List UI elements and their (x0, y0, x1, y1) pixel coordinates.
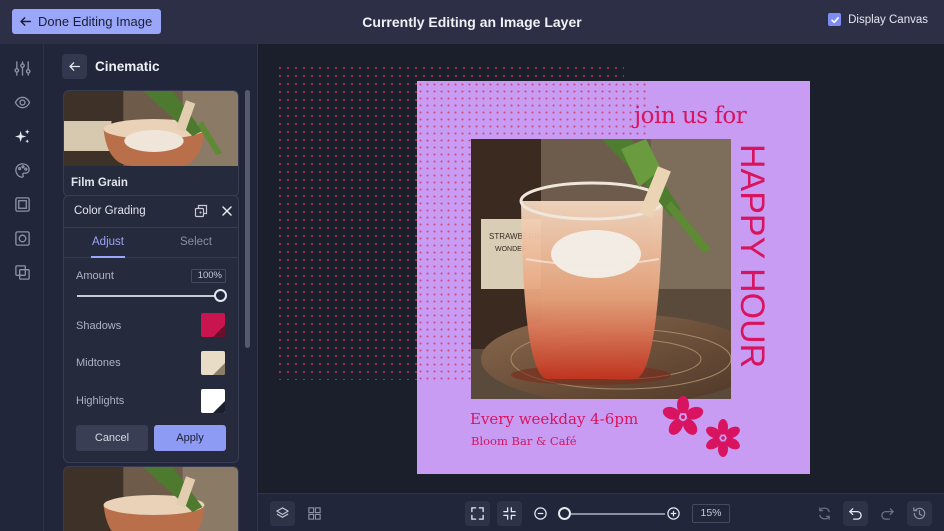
display-canvas-checkbox[interactable] (828, 13, 842, 26)
panel-header: Cinematic (62, 54, 160, 79)
artboard[interactable]: STRAWBERRY WONDER join us for HAPPY HOUR… (417, 81, 810, 474)
tab-adjust[interactable]: Adjust (92, 236, 124, 248)
zoom-slider-thumb[interactable] (558, 507, 571, 520)
amount-slider-thumb[interactable] (213, 289, 227, 302)
canvas-area[interactable]: STRAWBERRY WONDER join us for HAPPY HOUR… (258, 44, 944, 493)
effects-panel: Cinematic Film Grain Color Grading Adjus… (44, 44, 258, 531)
zoom-in-icon (667, 507, 680, 520)
preset-thumbnail (64, 467, 238, 531)
expand-icon (471, 507, 484, 520)
back-button[interactable] (62, 54, 87, 79)
sliders-icon[interactable] (13, 59, 31, 77)
duplicate-icon[interactable] (194, 204, 208, 218)
history-icon (913, 507, 926, 520)
undo-button[interactable] (843, 501, 868, 526)
tool-rail (0, 44, 44, 531)
film-grain-label: Film Grain (71, 177, 128, 189)
flower-small-icon[interactable] (703, 419, 743, 457)
done-editing-label: Done Editing Image (38, 14, 153, 29)
top-bar: Done Editing Image Currently Editing an … (0, 0, 944, 44)
zoom-level[interactable]: 15% (692, 504, 730, 523)
undo-icon (849, 508, 862, 520)
checkmark-icon (830, 16, 839, 23)
layers-overlap-icon[interactable] (13, 263, 31, 281)
shrink-icon (503, 507, 516, 520)
focus-icon[interactable] (13, 229, 31, 247)
highlights-swatch[interactable] (201, 389, 225, 413)
color-grading-title: Color Grading (74, 205, 146, 217)
arrow-left-icon (20, 17, 32, 26)
redo-button[interactable] (875, 501, 900, 526)
arrow-left-icon (69, 62, 81, 71)
done-editing-button[interactable]: Done Editing Image (12, 9, 162, 34)
shadows-label: Shadows (76, 320, 122, 332)
amount-label: Amount (76, 270, 114, 282)
display-canvas-label: Display Canvas (848, 13, 928, 26)
layers-icon (276, 507, 289, 518)
shadows-swatch[interactable] (201, 313, 225, 337)
join-us-text[interactable]: join us for (634, 103, 747, 129)
layers-button[interactable] (270, 501, 295, 526)
highlights-label: Highlights (76, 395, 125, 407)
amount-value[interactable]: 100% (191, 269, 226, 283)
zoom-in-button[interactable] (661, 501, 686, 526)
history-button[interactable] (907, 501, 932, 526)
zoom-out-button[interactable] (528, 501, 553, 526)
cancel-button[interactable]: Cancel (76, 425, 148, 451)
redo-icon (881, 508, 894, 520)
happy-hour-text[interactable]: HAPPY HOUR (733, 144, 771, 394)
reset-button[interactable] (812, 501, 837, 526)
schedule-text[interactable]: Every weekday 4-6pm (470, 410, 638, 428)
panel-scrollbar[interactable] (245, 90, 250, 348)
refresh-icon (819, 507, 830, 520)
grid-button[interactable] (302, 501, 327, 526)
apply-button[interactable]: Apply (154, 425, 226, 451)
fit-screen-button[interactable] (465, 501, 490, 526)
bottom-toolbar: 15% (258, 493, 944, 531)
amount-slider-track[interactable] (77, 295, 220, 297)
cocktail-photo[interactable]: STRAWBERRY WONDER (471, 139, 731, 399)
close-icon[interactable] (220, 204, 234, 218)
grid-icon (308, 507, 321, 520)
tab-select[interactable]: Select (180, 236, 212, 248)
grading-tabs: Adjust Select (64, 227, 238, 258)
palette-icon[interactable] (13, 161, 31, 179)
active-tab-indicator (91, 256, 125, 258)
midtones-label: Midtones (76, 357, 121, 369)
zoom-out-icon (534, 507, 547, 520)
sparkles-icon[interactable] (13, 127, 31, 145)
panel-title: Cinematic (95, 59, 160, 74)
film-grain-thumbnail (64, 91, 238, 166)
venue-text[interactable]: Bloom Bar & Café (471, 434, 577, 448)
film-grain-card[interactable]: Film Grain (63, 90, 239, 197)
display-canvas-toggle[interactable]: Display Canvas (828, 13, 928, 26)
midtones-swatch[interactable] (201, 351, 225, 375)
eye-icon[interactable] (13, 93, 31, 111)
color-grading-card: Color Grading Adjust Select Amount 100% … (63, 195, 239, 463)
zoom-slider-track[interactable] (565, 513, 665, 515)
preset-card[interactable] (63, 466, 239, 531)
shrink-button[interactable] (497, 501, 522, 526)
frame-icon[interactable] (13, 195, 31, 213)
